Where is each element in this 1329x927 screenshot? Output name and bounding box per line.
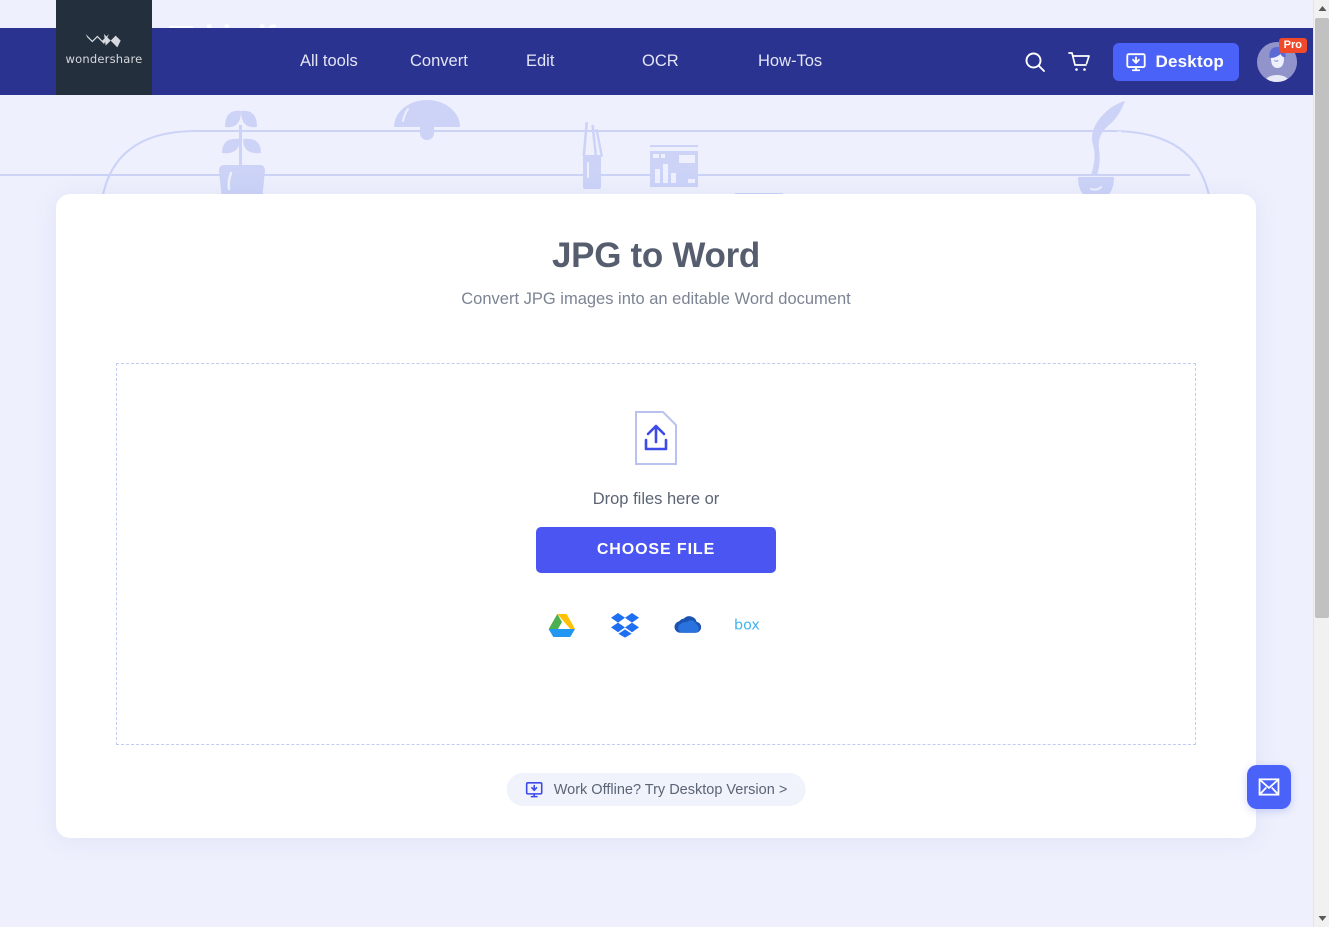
- wondershare-logo-block[interactable]: wondershare: [56, 0, 152, 95]
- onedrive-button[interactable]: [671, 609, 705, 641]
- search-button[interactable]: [1013, 40, 1057, 84]
- file-upload-icon: [634, 410, 678, 466]
- cart-button[interactable]: [1057, 40, 1101, 84]
- page-subtitle: Convert JPG images into an editable Word…: [56, 290, 1256, 309]
- nav-edit[interactable]: Edit: [526, 52, 642, 71]
- search-icon: [1023, 50, 1047, 74]
- dropbox-button[interactable]: [608, 609, 642, 641]
- monitor-download-icon: [1125, 51, 1147, 73]
- header-actions: Desktop Pro: [1013, 28, 1297, 95]
- svg-text:box: box: [734, 617, 760, 633]
- scroll-up-button[interactable]: [1314, 0, 1329, 17]
- page-root: All tools Convert Edit OCR How-Tos: [0, 0, 1329, 927]
- nav-how-tos[interactable]: How-Tos: [758, 52, 822, 71]
- browser-viewport: All tools Convert Edit OCR How-Tos: [0, 0, 1313, 927]
- desktop-button[interactable]: Desktop: [1113, 43, 1239, 81]
- scrollbar-thumb[interactable]: [1315, 18, 1329, 618]
- cloud-sources: box: [545, 609, 768, 641]
- scroll-down-arrow-icon: [1318, 915, 1327, 922]
- page-title: JPG to Word: [56, 236, 1256, 276]
- account-avatar[interactable]: Pro: [1257, 42, 1297, 82]
- shopping-cart-icon: [1067, 50, 1091, 74]
- wondershare-mark-icon: [84, 30, 124, 48]
- nav-all-tools[interactable]: All tools: [300, 52, 410, 71]
- google-drive-button[interactable]: [545, 609, 579, 641]
- box-icon: box: [734, 616, 768, 634]
- desktop-version-label: Work Offline? Try Desktop Version >: [554, 782, 788, 798]
- main-navigation: All tools Convert Edit OCR How-Tos: [300, 28, 822, 95]
- site-header: All tools Convert Edit OCR How-Tos: [0, 28, 1313, 95]
- choose-file-button[interactable]: CHOOSE FILE: [536, 527, 776, 573]
- onedrive-icon: [673, 615, 703, 635]
- nav-convert[interactable]: Convert: [410, 52, 526, 71]
- contact-mail-button[interactable]: [1247, 765, 1291, 809]
- tool-card: JPG to Word Convert JPG images into an e…: [56, 194, 1256, 838]
- scroll-up-arrow-icon: [1318, 5, 1327, 12]
- drop-files-text: Drop files here or: [593, 490, 720, 509]
- file-dropzone[interactable]: Drop files here or CHOOSE FILE: [116, 363, 1196, 745]
- box-button[interactable]: box: [734, 609, 768, 641]
- pro-badge: Pro: [1279, 38, 1307, 54]
- nav-ocr[interactable]: OCR: [642, 52, 758, 71]
- wondershare-label: wondershare: [66, 52, 143, 66]
- google-drive-icon: [548, 613, 576, 638]
- envelope-icon: [1258, 778, 1280, 796]
- monitor-download-icon: [525, 780, 544, 799]
- scroll-down-button[interactable]: [1314, 910, 1329, 927]
- desktop-version-pill[interactable]: Work Offline? Try Desktop Version >: [507, 773, 806, 806]
- dropbox-icon: [611, 612, 639, 638]
- page-scrollbar[interactable]: [1313, 0, 1329, 927]
- desktop-button-label: Desktop: [1156, 52, 1224, 72]
